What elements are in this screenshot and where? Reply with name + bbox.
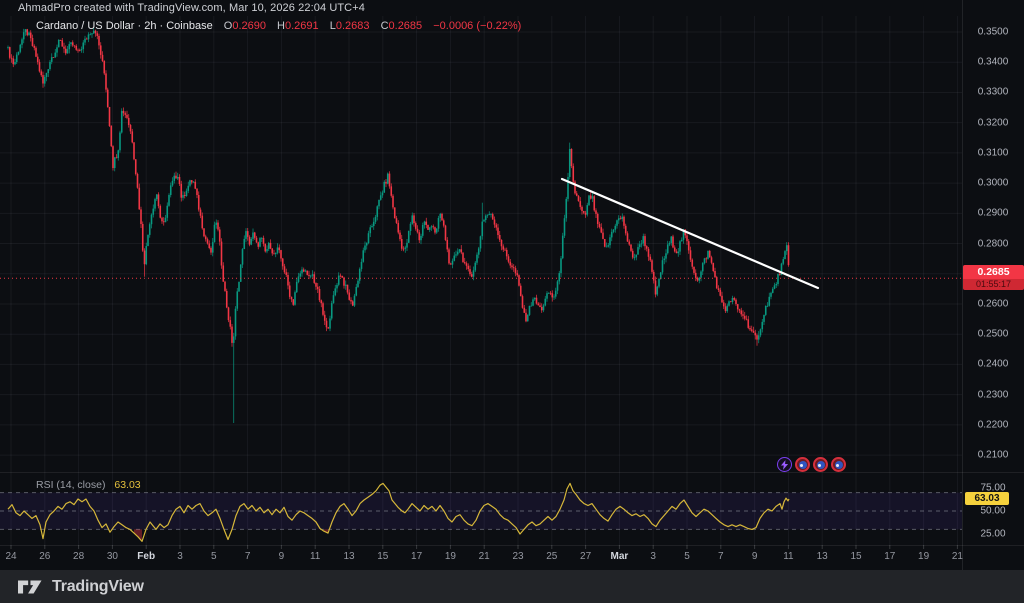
- time-axis-label: 3: [177, 551, 183, 562]
- price-axis-label: 0.2400: [963, 359, 1023, 370]
- time-axis-label: 3: [650, 551, 656, 562]
- time-axis-label: 9: [752, 551, 758, 562]
- price-axis-label: 0.3200: [963, 117, 1023, 128]
- time-axis-label: 5: [211, 551, 217, 562]
- tradingview-chart-screenshot: AhmadPro created with TradingView.com, M…: [0, 0, 1024, 603]
- last-price-value: 0.2685: [963, 265, 1024, 279]
- footer-bar: TradingView: [0, 570, 1024, 603]
- candle-countdown: 01:55:17: [963, 279, 1024, 290]
- time-axis-divider: [0, 545, 1024, 546]
- low-value: 0.2683: [336, 20, 370, 32]
- price-axis-label: 0.3500: [963, 27, 1023, 38]
- time-axis-label: 9: [279, 551, 285, 562]
- time-axis-label: 25: [546, 551, 557, 562]
- high-label: H: [277, 20, 285, 32]
- price-axis-label: 0.2600: [963, 298, 1023, 309]
- price-axis-label: 0.2800: [963, 238, 1023, 249]
- rsi-legend[interactable]: RSI (14, close) 63.03: [36, 479, 141, 491]
- open-value: 0.2690: [232, 20, 266, 32]
- badge-icon[interactable]: [813, 457, 828, 472]
- tradingview-logo-icon[interactable]: [16, 575, 44, 599]
- price-axis-label: 0.3300: [963, 87, 1023, 98]
- time-axis-label: 30: [107, 551, 118, 562]
- watermark-text: AhmadPro created with TradingView.com, M…: [18, 2, 365, 14]
- time-axis-label: 19: [445, 551, 456, 562]
- time-axis-label: 24: [5, 551, 16, 562]
- lightning-bolt-glyph: [781, 460, 789, 470]
- rsi-axis-label: 25.00: [963, 529, 1023, 540]
- time-axis-label: 21: [479, 551, 490, 562]
- time-axis-label: 21: [952, 551, 963, 562]
- price-axis-label: 0.2500: [963, 329, 1023, 340]
- time-axis-label: 19: [918, 551, 929, 562]
- time-axis-label: 5: [684, 551, 690, 562]
- time-axis-label: 17: [884, 551, 895, 562]
- time-axis-label: 28: [73, 551, 84, 562]
- change-value: −0.0006 (−0.22%): [433, 20, 521, 32]
- time-axis-label: 7: [718, 551, 724, 562]
- tradingview-wordmark[interactable]: TradingView: [52, 578, 144, 596]
- time-axis-label: Feb: [137, 551, 155, 562]
- price-axis-label: 0.2300: [963, 389, 1023, 400]
- time-axis-label: Mar: [610, 551, 628, 562]
- symbol-title[interactable]: Cardano / US Dollar · 2h · Coinbase: [36, 20, 213, 32]
- time-axis-label: 27: [580, 551, 591, 562]
- rsi-indicator-title[interactable]: RSI (14, close): [36, 479, 105, 491]
- chart-canvas[interactable]: [0, 0, 963, 570]
- time-axis-label: 11: [310, 551, 320, 562]
- rsi-pane-divider[interactable]: [0, 472, 1024, 473]
- last-price-tag: 0.2685 01:55:17: [963, 265, 1024, 290]
- time-axis-label: 26: [39, 551, 50, 562]
- time-axis-label: 13: [817, 551, 828, 562]
- rsi-axis-label: 50.00: [963, 506, 1023, 517]
- rsi-indicator-value: 63.03: [114, 479, 140, 491]
- time-axis-label: 23: [512, 551, 523, 562]
- chart-overlay-icons: [777, 457, 846, 472]
- close-value: 0.2685: [389, 20, 423, 32]
- time-axis-label: 15: [850, 551, 861, 562]
- price-axis-label: 0.3100: [963, 147, 1023, 158]
- price-axis-label: 0.2200: [963, 419, 1023, 430]
- symbol-legend[interactable]: Cardano / US Dollar · 2h · Coinbase O0.2…: [36, 20, 521, 32]
- price-axis-label: 0.2100: [963, 450, 1023, 461]
- time-axis-label: 11: [783, 551, 793, 562]
- time-axis-label: 15: [377, 551, 388, 562]
- close-label: C: [381, 20, 389, 32]
- badge-icon[interactable]: [831, 457, 846, 472]
- price-axis-label: 0.2900: [963, 208, 1023, 219]
- price-axis-label: 0.3000: [963, 178, 1023, 189]
- time-axis-label: 13: [343, 551, 354, 562]
- trendline[interactable]: [562, 179, 818, 288]
- lightning-icon[interactable]: [777, 457, 792, 472]
- time-axis-label: 17: [411, 551, 422, 562]
- price-axis-label: 0.3400: [963, 57, 1023, 68]
- high-value: 0.2691: [285, 20, 319, 32]
- badge-icon[interactable]: [795, 457, 810, 472]
- time-axis-label: 7: [245, 551, 251, 562]
- rsi-value-tag: 63.03: [965, 492, 1009, 505]
